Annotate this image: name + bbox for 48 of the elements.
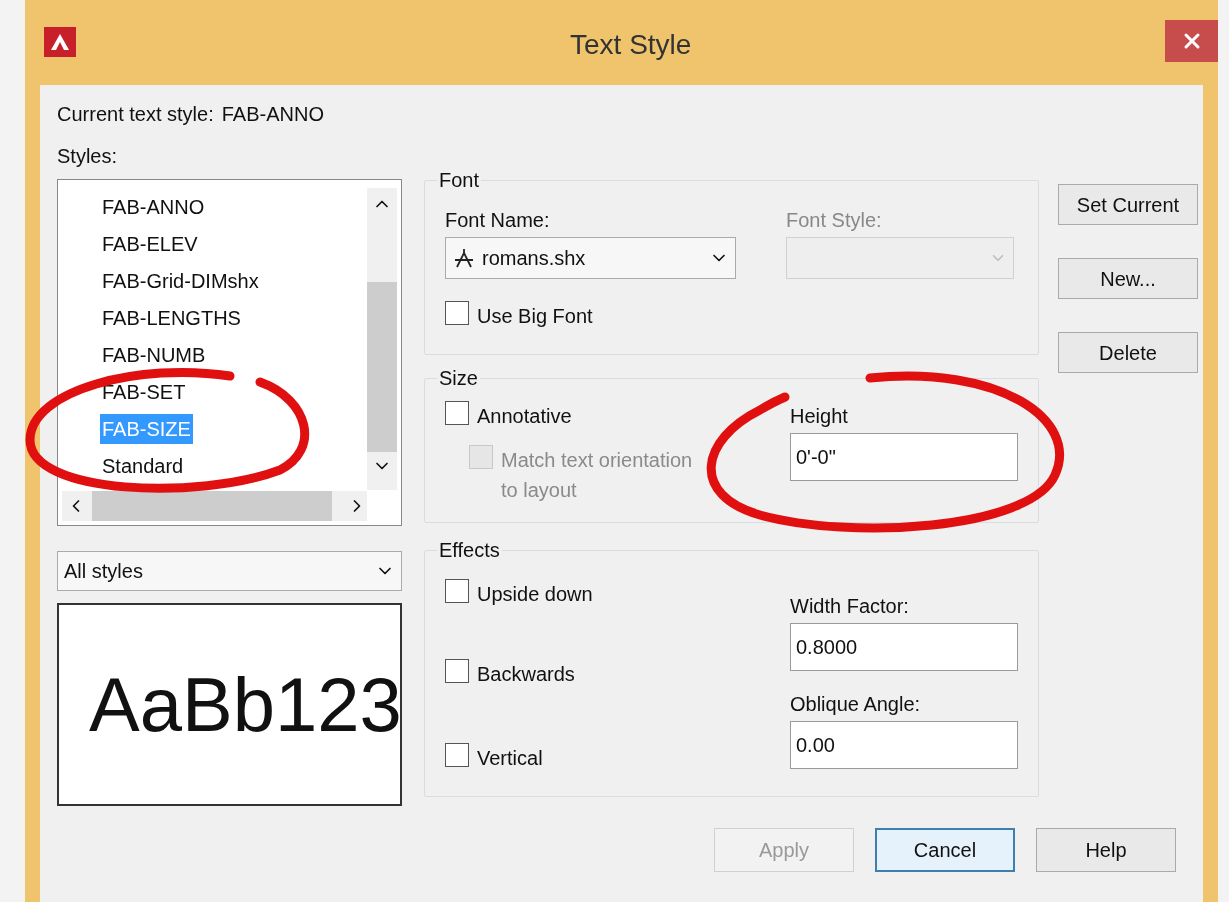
horizontal-scrollbar[interactable]	[62, 491, 367, 521]
dialog-button[interactable]: Cancel	[875, 828, 1015, 872]
style-item[interactable]: FAB-ELEV	[100, 228, 200, 259]
checkbox[interactable]	[445, 579, 469, 603]
side-button[interactable]: Delete	[1058, 332, 1198, 373]
preview-text: AaBb123	[89, 660, 400, 749]
font-name-label: Font Name:	[445, 208, 551, 231]
checkbox-label: Match text orientation to layout	[501, 448, 694, 503]
height-field[interactable]: 0'-0"	[790, 433, 1018, 481]
checkbox[interactable]	[445, 743, 469, 767]
current-style-label: Current text style:	[57, 102, 214, 127]
vertical-scrollbar[interactable]	[367, 188, 397, 490]
current-style-value: FAB-ANNO	[221, 102, 324, 127]
checkbox[interactable]	[445, 401, 469, 425]
style-item[interactable]: FAB-ANNO	[100, 191, 207, 222]
checkbox[interactable]	[445, 301, 469, 325]
oblique-angle-field[interactable]: 0.00	[790, 721, 1018, 769]
width-factor-field[interactable]: 0.8000	[790, 623, 1018, 671]
drafting-compass-icon	[452, 247, 476, 269]
width-factor-label: Width Factor:	[790, 594, 910, 617]
checkbox-label: Vertical	[477, 746, 543, 771]
style-item[interactable]: FAB-LENGTHS	[100, 302, 243, 333]
group-title: Effects	[438, 538, 501, 563]
style-filter-dropdown[interactable]: All styles	[57, 551, 402, 591]
scroll-thumb[interactable]	[367, 282, 397, 452]
checkbox-label: Use Big Font	[477, 304, 593, 329]
height-label: Height	[790, 404, 849, 427]
side-button[interactable]: Set Current	[1058, 184, 1198, 225]
group-title: Font	[438, 168, 481, 193]
style-item[interactable]: FAB-NUMB	[100, 339, 208, 370]
scroll-thumb[interactable]	[92, 491, 332, 521]
window-title: Text Style	[570, 28, 692, 62]
font-style-label: Font Style:	[786, 208, 883, 231]
checkbox-label: Annotative	[477, 404, 572, 429]
checkbox-label: Upside down	[477, 582, 593, 607]
triangle-logo-icon	[44, 27, 76, 57]
dialog-button[interactable]: Help	[1036, 828, 1176, 872]
styles-label: Styles:	[57, 144, 119, 169]
close-button[interactable]	[1165, 20, 1218, 62]
oblique-angle-label: Oblique Angle:	[790, 692, 922, 715]
group-title: Size	[438, 366, 479, 391]
checkbox[interactable]	[445, 659, 469, 683]
checkbox-label: Backwards	[477, 662, 575, 687]
style-item[interactable]: FAB-SET	[100, 376, 188, 407]
style-item[interactable]: FAB-Grid-DIMshx	[100, 265, 261, 296]
font-name-dropdown[interactable]: romans.shx	[445, 237, 736, 279]
style-item[interactable]: Standard	[100, 450, 186, 481]
side-button[interactable]: New...	[1058, 258, 1198, 299]
